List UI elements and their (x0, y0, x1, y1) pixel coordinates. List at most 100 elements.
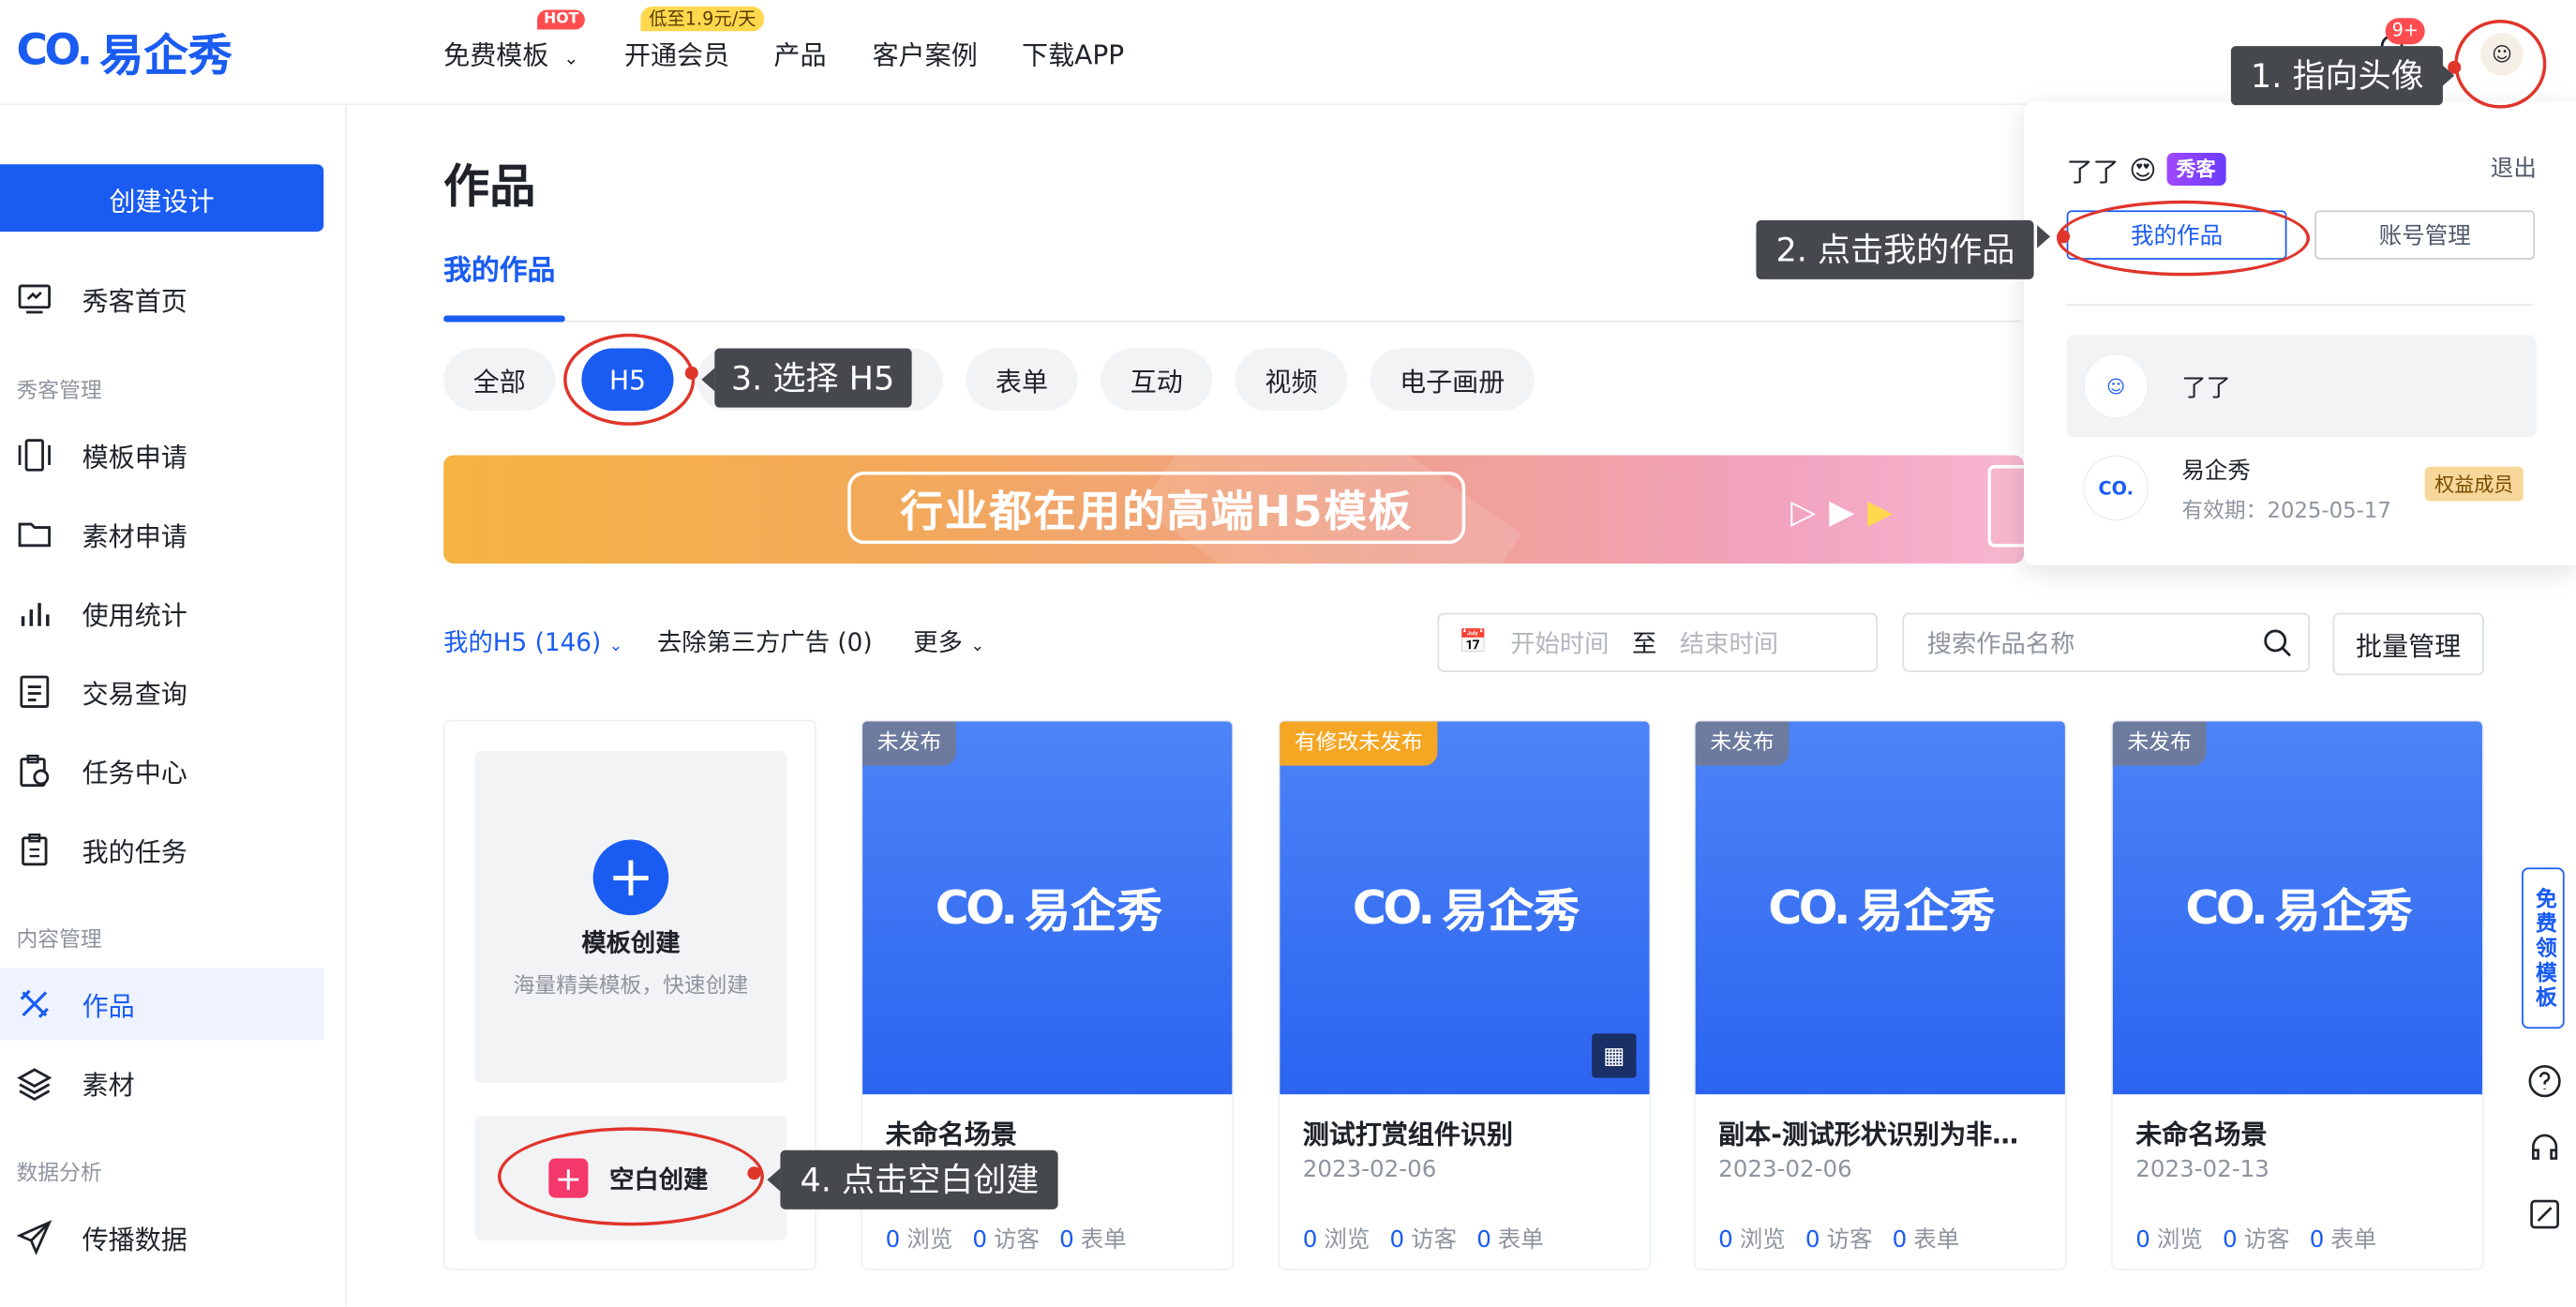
help-icon[interactable] (2526, 1063, 2563, 1100)
account-management-button[interactable]: 账号管理 (2314, 210, 2536, 260)
chip-video[interactable]: 视频 (1235, 348, 1348, 412)
free-template-float-button[interactable]: 免费领模板 (2522, 867, 2565, 1029)
visitors-count: 0 (2222, 1227, 2238, 1254)
date-range-picker[interactable]: 📅 开始时间 至 结束时间 (1437, 612, 1879, 672)
brand-logo[interactable]: CO. 易企秀 (17, 22, 279, 82)
nav-vip[interactable]: 开通会员 低至1.9元/天 (624, 7, 765, 72)
sidebar-item-label: 作品 (82, 990, 135, 1023)
folder-icon (18, 522, 51, 548)
tab-divider (443, 320, 2021, 323)
role-badge: 秀客 (2166, 152, 2226, 187)
sidebar-item-template-apply[interactable]: 模板申请 (0, 419, 323, 491)
sidebar-item-material-apply[interactable]: 素材申请 (0, 498, 323, 570)
annotation-pointer (2441, 64, 2455, 87)
banner-headline: 行业都在用的高端H5模板 (847, 471, 1466, 545)
work-card[interactable]: CO. 易企秀 有修改未发布 ▦ 测试打赏组件识别 2023-02-06 0 浏览 0… (1278, 719, 1652, 1270)
nav-products[interactable]: 产品 (773, 33, 826, 72)
nav-cases[interactable]: 客户案例 (873, 33, 978, 72)
search-icon[interactable] (2262, 627, 2292, 657)
account-name: 易企秀 (2181, 458, 2251, 485)
phone-outline-icon (1987, 464, 2025, 548)
views-count: 0 (885, 1227, 901, 1254)
views-label: 浏览 (1324, 1227, 1370, 1254)
status-badge: 未发布 (862, 721, 956, 766)
thumb-logo-text: 易企秀 (1442, 882, 1580, 938)
visitors-label: 访客 (1826, 1227, 1873, 1254)
batch-manage-button[interactable]: 批量管理 (2332, 612, 2484, 676)
visitors-label: 访客 (993, 1227, 1041, 1254)
chip-ebook[interactable]: 电子画册 (1370, 348, 1535, 412)
promo-banner[interactable]: 行业都在用的高端H5模板 ▷▶▶ (443, 455, 2025, 564)
sidebar-item-spread-data[interactable]: 传播数据 (0, 1201, 323, 1273)
avatar-logo-mark: CO. (2098, 477, 2134, 499)
sidebar-item-materials[interactable]: 素材 (0, 1046, 323, 1119)
visitors-count: 0 (972, 1227, 987, 1254)
sidebar-item-works[interactable]: 作品 (0, 968, 324, 1041)
member-tag: 权益成员 (2424, 466, 2524, 502)
template-create-title: 模板创建 (581, 928, 681, 958)
edit-icon[interactable] (2526, 1196, 2563, 1233)
annotation-ring-avatar (2454, 20, 2547, 109)
nav-free-templates-label: 免费模板 (443, 39, 549, 71)
sidebar-item-transactions[interactable]: 交易查询 (0, 655, 323, 728)
sidebar-item-task-center[interactable]: 任务中心 (0, 734, 323, 806)
work-thumbnail: CO. 易企秀 (1695, 721, 2065, 1095)
annotation-ring-h5 (563, 333, 696, 426)
notification-count-badge: 9+ (2385, 18, 2426, 45)
annotation-step4: 4. 点击空白创建 (780, 1149, 1059, 1209)
sidebar-item-label: 交易查询 (82, 678, 187, 711)
emoji-face-icon: 😍 (2129, 153, 2157, 186)
work-title: 副本-测试形状识别为非… (1718, 1119, 2019, 1150)
thumb-logo-mark: CO. (2185, 880, 2268, 936)
visitors-count: 0 (1805, 1227, 1820, 1254)
sidebar-item-home[interactable]: 秀客首页 (0, 263, 323, 335)
date-separator: 至 (1632, 628, 1657, 658)
work-date: 2023-02-06 (1718, 1156, 1852, 1183)
work-date: 2023-02-06 (1302, 1156, 1437, 1183)
logout-link[interactable]: 退出 (2491, 151, 2537, 184)
filter-remove-ads[interactable]: 去除第三方广告 (0) (657, 624, 873, 659)
annotation-pointer (701, 368, 715, 392)
annotation-pointer (2037, 225, 2051, 248)
sidebar-item-usage-stats[interactable]: 使用统计 (0, 577, 323, 649)
work-thumbnail: CO. 易企秀 (862, 721, 1233, 1095)
clipboard-clock-icon (20, 754, 50, 788)
annotation-dot (684, 366, 698, 380)
nav-download-app[interactable]: 下载APP (1022, 33, 1124, 72)
work-thumbnail: CO. 易企秀 (2112, 721, 2483, 1095)
work-date: 2023-02-13 (2135, 1156, 2269, 1183)
work-title: 未命名场景 (2135, 1119, 2268, 1150)
sidebar-group-data: 数据分析 (16, 1162, 102, 1187)
sidebar-item-my-tasks[interactable]: 我的任务 (0, 813, 323, 885)
work-card[interactable]: CO. 易企秀 未发布 未命名场景 2023-02-13 0 浏览 0 访客 0 表单 (2110, 719, 2484, 1270)
filter-my-h5[interactable]: 我的H5 (146) ⌄ (443, 624, 622, 659)
filter-my-h5-label: 我的H5 (146) (443, 627, 602, 657)
filter-more-label: 更多 (913, 627, 963, 657)
create-design-button[interactable]: 创建设计 (0, 164, 324, 233)
chip-interactive[interactable]: 互动 (1101, 348, 1213, 412)
nav-free-templates[interactable]: 免费模板 ⌄ HOT (443, 9, 586, 72)
user-dropdown-panel: 了了 😍 秀客 退出 我的作品 账号管理 ☺ 了了 CO. 易企秀 有效期：20… (2024, 101, 2576, 565)
forms-label: 表单 (1913, 1227, 1960, 1254)
tab-active-indicator (443, 315, 565, 323)
views-label: 浏览 (2156, 1227, 2203, 1254)
annotation-pointer (767, 1168, 781, 1192)
chip-all[interactable]: 全部 (443, 348, 556, 412)
vip-price-badge: 低至1.9元/天 (640, 7, 765, 32)
clipboard-icon (22, 834, 48, 866)
visitors-label: 访客 (2243, 1227, 2290, 1254)
work-title: 未命名场景 (885, 1119, 1017, 1150)
thumb-logo-mark: CO. (1768, 880, 1850, 936)
annotation-step3: 3. 选择 H5 (714, 348, 911, 408)
work-card[interactable]: CO. 易企秀 未发布 副本-测试形状识别为非… 2023-02-06 0 浏览 0 访… (1693, 719, 2067, 1270)
account-item[interactable]: ☺ 了了 (2066, 335, 2537, 438)
filter-more[interactable]: 更多 ⌄ (913, 624, 984, 659)
search-input[interactable]: 搜索作品名称 (1902, 612, 2311, 672)
headset-icon[interactable] (2526, 1129, 2563, 1165)
tab-my-works[interactable]: 我的作品 (443, 247, 555, 288)
qr-code-icon[interactable]: ▦ (1592, 1033, 1637, 1078)
template-create-area[interactable]: + 模板创建 海量精美模板，快速创建 (474, 750, 787, 1083)
forms-count: 0 (1476, 1227, 1491, 1254)
sidebar-item-label: 素材 (82, 1069, 135, 1102)
chip-form[interactable]: 表单 (966, 348, 1078, 412)
